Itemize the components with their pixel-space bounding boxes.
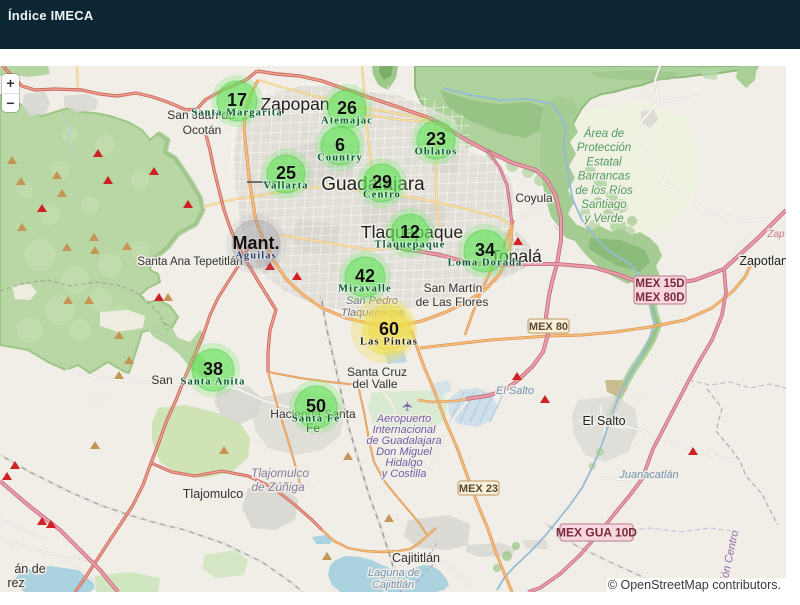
svg-text:San: San (151, 373, 172, 387)
svg-text:MEX 15D: MEX 15D (635, 278, 684, 290)
svg-text:Zap: Zap (766, 229, 785, 240)
svg-text:y Verde: y Verde (583, 213, 623, 225)
svg-text:Barrancas: Barrancas (578, 171, 631, 183)
svg-text:del Valle: del Valle (352, 377, 397, 391)
svg-text:Juanacatlán: Juanacatlán (618, 469, 678, 481)
svg-text:rez: rez (7, 576, 24, 590)
svg-text:y Costilla: y Costilla (381, 468, 427, 480)
svg-text:MEX 23: MEX 23 (459, 483, 498, 495)
svg-text:Laguna de: Laguna de (368, 567, 420, 579)
svg-text:Miravalle: Miravalle (338, 284, 392, 295)
svg-text:Loma Dorada: Loma Dorada (448, 258, 523, 269)
svg-text:Ocotán: Ocotán (183, 123, 222, 137)
svg-text:San Martín: San Martín (424, 281, 483, 295)
svg-text:Cajititlán: Cajititlán (392, 551, 440, 565)
svg-text:Santa Margarita: Santa Margarita (191, 108, 282, 119)
svg-text:Zapotlanejo: Zapotlanejo (739, 254, 786, 268)
svg-text:Tlaquepaque: Tlaquepaque (374, 240, 445, 251)
svg-text:án de: án de (14, 562, 45, 576)
svg-text:de Zúñiga: de Zúñiga (251, 480, 305, 494)
svg-text:El Salto: El Salto (496, 385, 534, 397)
svg-text:Vallarta: Vallarta (263, 181, 308, 192)
svg-text:Santa Anita: Santa Anita (181, 377, 246, 388)
svg-text:Coyula: Coyula (515, 191, 553, 205)
svg-text:El Salto: El Salto (582, 414, 625, 428)
svg-text:MEX 80D: MEX 80D (635, 292, 684, 304)
svg-text:Aguilas: Aguilas (235, 251, 277, 262)
svg-text:Oblatos: Oblatos (415, 147, 458, 158)
svg-text:Santa Fe: Santa Fe (292, 414, 340, 425)
svg-text:Cajititlán: Cajititlán (372, 579, 414, 591)
svg-text:✈: ✈ (400, 400, 415, 411)
svg-text:Protección: Protección (577, 142, 631, 154)
svg-text:Santa Ana Tepetitlán: Santa Ana Tepetitlán (137, 256, 242, 268)
svg-text:de los Ríos: de los Ríos (575, 185, 633, 197)
svg-text:Centro: Centro (363, 190, 401, 201)
svg-text:Country: Country (317, 153, 363, 164)
svg-text:Santiago: Santiago (581, 199, 627, 211)
svg-text:Área de: Área de (583, 127, 624, 140)
svg-text:Tlajomulco: Tlajomulco (183, 487, 243, 501)
svg-text:Las Pintas: Las Pintas (360, 337, 418, 348)
svg-text:Tlajomulco: Tlajomulco (251, 466, 309, 480)
svg-text:MEX GUA 10D: MEX GUA 10D (556, 526, 637, 540)
svg-text:MEX 80: MEX 80 (529, 321, 568, 333)
svg-text:Estatal: Estatal (586, 156, 622, 168)
svg-text:de Las Flores: de Las Flores (416, 295, 489, 309)
